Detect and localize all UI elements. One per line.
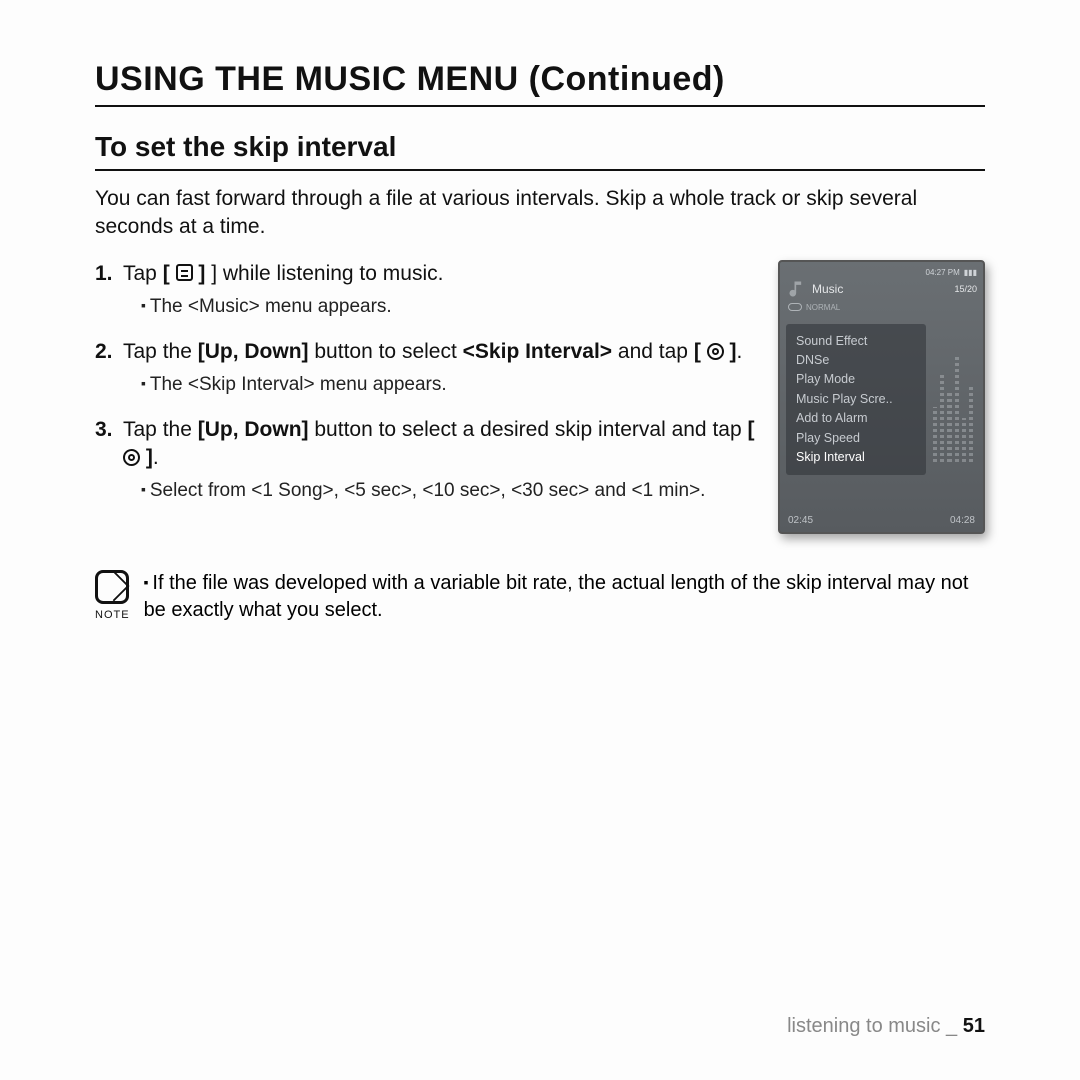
- step-text: Tap the: [123, 418, 198, 441]
- page-footer: listening to music _ 51: [787, 1015, 985, 1038]
- device-track-count: 15/20: [954, 284, 977, 294]
- device-screenshot: 04:27 PM ▮▮▮ Music 15/20 NORMAL Sound Ef…: [778, 260, 985, 534]
- substep: Select from <1 Song>, <5 sec>, <10 sec>,…: [141, 478, 756, 504]
- step-2: 2. Tap the [Up, Down] button to select <…: [95, 338, 756, 406]
- step-text: button to select a desired skip interval…: [309, 418, 748, 441]
- repeat-icon: [788, 303, 802, 311]
- footer-sep: _: [941, 1015, 963, 1037]
- step-1: 1. Tap [ ] ] while listening to music. T…: [95, 260, 756, 328]
- device-mode: NORMAL: [806, 303, 840, 312]
- step-text: ] while listening to music.: [205, 262, 443, 285]
- menu-icon: [176, 264, 193, 281]
- menu-item: Add to Alarm: [796, 409, 916, 428]
- substep: The <Music> menu appears.: [141, 294, 756, 320]
- device-elapsed: 02:45: [788, 515, 813, 526]
- menu-item: Music Play Scre..: [796, 390, 916, 409]
- menu-item: Play Speed: [796, 429, 916, 448]
- device-title: Music: [812, 282, 843, 296]
- equalizer-graphic: [933, 352, 973, 462]
- step-bold: <Skip Interval>: [463, 340, 612, 363]
- device-menu: Sound Effect DNSe Play Mode Music Play S…: [786, 324, 926, 476]
- steps-list: 1. Tap [ ] ] while listening to music. T…: [95, 260, 756, 512]
- device-total: 04:28: [950, 515, 975, 526]
- note-label: NOTE: [95, 608, 130, 623]
- select-icon: [123, 449, 140, 466]
- note-icon: [95, 570, 129, 604]
- step-3: 3. Tap the [Up, Down] button to select a…: [95, 416, 756, 512]
- step-number: 1.: [95, 260, 123, 328]
- step-text: Tap: [123, 262, 163, 285]
- step-bold: [Up, Down]: [198, 340, 309, 363]
- music-note-icon: [786, 279, 808, 299]
- device-time: 04:27 PM: [926, 268, 960, 277]
- page-heading: USING THE MUSIC MENU (Continued): [95, 60, 985, 107]
- menu-item: DNSe: [796, 351, 916, 370]
- intro-text: You can fast forward through a file at v…: [95, 185, 985, 242]
- menu-item-selected: Skip Interval: [796, 448, 916, 467]
- menu-item: Sound Effect: [796, 332, 916, 351]
- note-text: If the file was developed with a variabl…: [144, 570, 985, 624]
- menu-item: Play Mode: [796, 370, 916, 389]
- battery-icon: ▮▮▮: [964, 268, 977, 277]
- step-bold: [Up, Down]: [198, 418, 309, 441]
- footer-section: listening to music: [787, 1015, 940, 1037]
- select-icon: [707, 343, 724, 360]
- section-heading: To set the skip interval: [95, 131, 985, 171]
- step-number: 3.: [95, 416, 123, 512]
- step-number: 2.: [95, 338, 123, 406]
- step-text: Tap the: [123, 340, 198, 363]
- step-text: and tap: [612, 340, 694, 363]
- step-text: button to select: [309, 340, 463, 363]
- footer-page-number: 51: [963, 1015, 985, 1037]
- substep: The <Skip Interval> menu appears.: [141, 372, 756, 398]
- note-block: NOTE If the file was developed with a va…: [95, 570, 985, 624]
